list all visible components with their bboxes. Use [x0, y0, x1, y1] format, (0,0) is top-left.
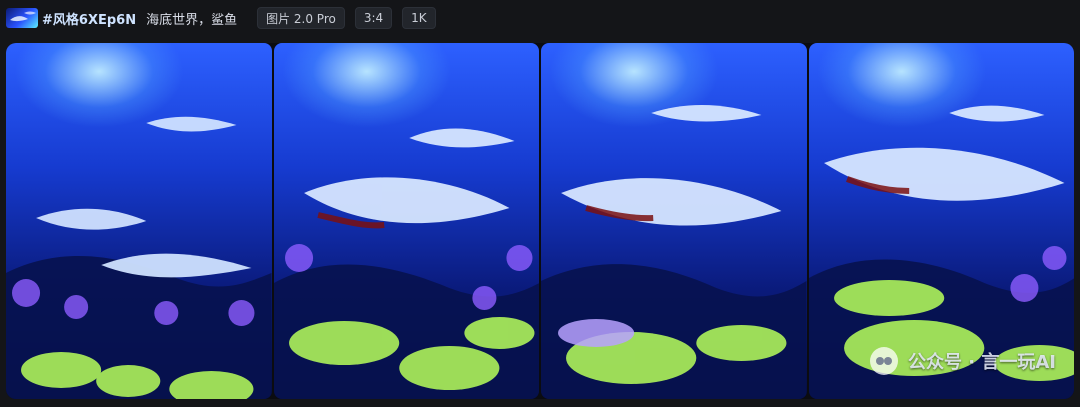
image-illustration [808, 105, 1074, 399]
image-gallery: 公众号 · 言一玩AI [6, 43, 1074, 399]
watermark-text: 公众号 · 言一玩AI [908, 352, 1056, 373]
style-thumbnail [6, 8, 38, 28]
top-bar: #风格6XEp6N 海底世界，鲨鱼 图片 2.0 Pro 3:4 1K [0, 0, 1080, 36]
style-tag[interactable]: #风格6XEp6N [42, 9, 136, 28]
ratio-badge[interactable]: 3:4 [354, 7, 393, 29]
watermark: 公众号 · 言一玩AI [870, 347, 1056, 375]
generated-image-2[interactable] [273, 43, 539, 399]
image-illustration [6, 116, 272, 399]
wechat-icon [870, 347, 898, 375]
image-illustration [273, 128, 539, 399]
generated-image-1[interactable] [6, 43, 272, 399]
style-chip[interactable]: #风格6XEp6N [6, 7, 136, 29]
image-illustration [541, 104, 807, 399]
generated-image-3[interactable] [541, 43, 807, 399]
resolution-badge[interactable]: 1K [402, 7, 436, 29]
model-badge[interactable]: 图片 2.0 Pro [257, 7, 345, 29]
generated-image-4[interactable]: 公众号 · 言一玩AI [808, 43, 1074, 399]
prompt-text: 海底世界，鲨鱼 [146, 12, 238, 28]
